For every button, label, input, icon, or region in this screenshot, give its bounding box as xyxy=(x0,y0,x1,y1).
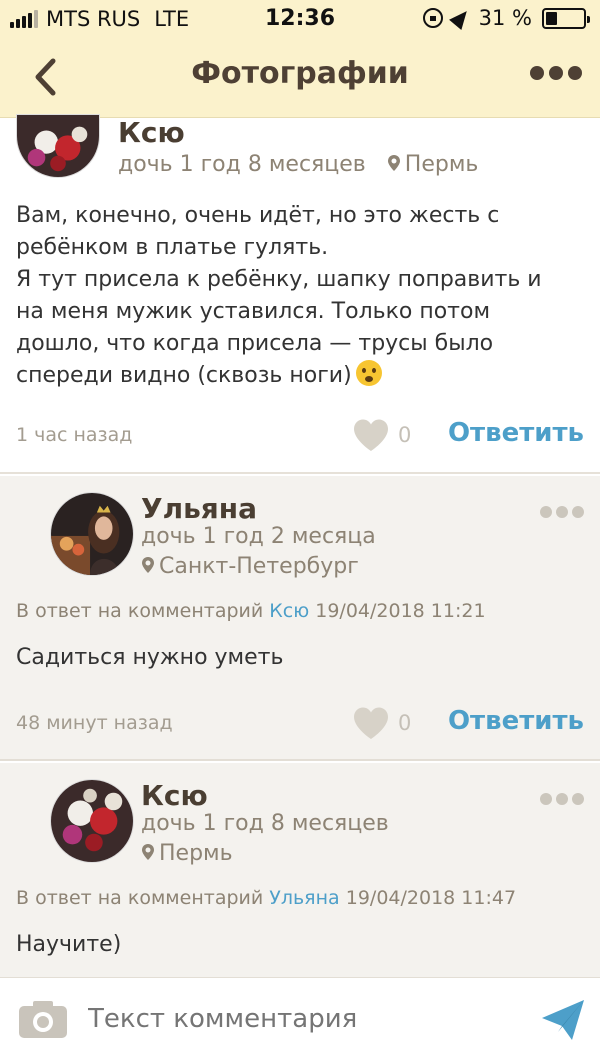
comment: Ксю дочь 1 год 8 месяцев Пермь Вам, коне… xyxy=(0,114,600,474)
text-line-last: спереди видно (сквозь ноги) xyxy=(16,360,584,392)
location-pin-icon xyxy=(142,557,154,573)
status-bar: MTS RUS LTE 12:36 31 % xyxy=(0,0,600,38)
comment-author[interactable]: Ксю xyxy=(118,116,185,149)
reply-prefix: В ответ на комментарий xyxy=(16,887,264,909)
like-button[interactable]: 0 xyxy=(352,418,411,452)
comment-composer xyxy=(0,977,600,1063)
send-icon[interactable] xyxy=(540,998,586,1042)
battery-percent: 31 % xyxy=(478,6,532,30)
reply-button[interactable]: Ответить xyxy=(448,706,584,736)
like-count: 0 xyxy=(398,711,412,735)
reply-button[interactable]: Ответить xyxy=(448,418,584,448)
location-name: Пермь xyxy=(159,841,233,866)
reply-date: 19/04/2018 11:47 xyxy=(345,887,517,909)
reply-date: 19/04/2018 11:21 xyxy=(315,600,486,622)
location-pin-icon xyxy=(142,844,154,860)
comment-author[interactable]: Ульяна xyxy=(141,492,257,525)
location: Санкт-Петербург xyxy=(141,554,359,579)
text-line: Я тут присела к ребёнку, шапку поправить… xyxy=(16,267,542,292)
text-line: Вам, конечно, очень идёт, но это жесть с xyxy=(16,203,500,228)
comment-time: 1 час назад xyxy=(16,424,133,446)
location-pin-icon xyxy=(387,155,400,171)
reply-info: В ответ на комментарий Ксю 19/04/2018 11… xyxy=(16,600,486,622)
reply-info: В ответ на комментарий Ульяна 19/04/2018… xyxy=(16,887,516,909)
text-line: спереди видно (сквозь ноги) xyxy=(16,363,352,388)
page-title: Фотографии xyxy=(191,56,409,91)
comment-reply: Ульяна дочь 1 год 2 месяца Санкт-Петербу… xyxy=(0,476,600,761)
battery-icon xyxy=(542,7,590,29)
like-button[interactable]: 0 xyxy=(352,706,411,740)
reply-prefix: В ответ на комментарий xyxy=(16,600,264,622)
more-dots-icon[interactable] xyxy=(540,506,584,518)
like-count: 0 xyxy=(398,423,412,447)
camera-icon[interactable] xyxy=(18,999,68,1039)
comment-time: 48 минут назад xyxy=(16,712,173,734)
avatar[interactable] xyxy=(50,492,134,576)
more-dots-icon[interactable] xyxy=(530,66,582,80)
child-age: дочь 1 год 8 месяцев xyxy=(141,811,389,836)
avatar[interactable] xyxy=(50,779,134,863)
heart-icon[interactable] xyxy=(352,418,390,452)
status-right: 31 % xyxy=(422,5,590,31)
location: Пермь xyxy=(387,152,479,177)
heart-icon[interactable] xyxy=(352,706,390,740)
anguished-face-icon xyxy=(355,360,382,386)
avatar[interactable] xyxy=(16,114,100,178)
reply-to-link[interactable]: Ксю xyxy=(269,600,309,622)
text-line: на меня мужик уставился. Только потом xyxy=(16,299,491,324)
comment-text: Научите) xyxy=(16,932,122,957)
text-line: дошло, что когда присела — трусы было xyxy=(16,331,494,356)
location-name: Пермь xyxy=(404,152,479,177)
battery-level xyxy=(546,11,558,25)
child-age: дочь 1 год 8 месяцев xyxy=(118,152,366,177)
child-info: дочь 1 год 8 месяцев Пермь xyxy=(118,152,478,177)
location: Пермь xyxy=(141,841,233,866)
location-name: Санкт-Петербург xyxy=(159,554,359,579)
more-dots-icon[interactable] xyxy=(540,793,584,805)
rotation-lock-icon xyxy=(422,8,443,28)
reply-to-link[interactable]: Ульяна xyxy=(269,887,339,909)
comment-text: Вам, конечно, очень идёт, но это жесть с… xyxy=(16,200,584,392)
text-line: ребёнком в платье гулять. xyxy=(16,235,329,260)
location-arrow-icon xyxy=(448,5,473,31)
nav-bar: Фотографии xyxy=(0,38,600,118)
comment-author[interactable]: Ксю xyxy=(141,779,208,812)
child-age: дочь 1 год 2 месяца xyxy=(141,524,376,549)
comment-reply: Ксю дочь 1 год 8 месяцев Пермь В ответ н… xyxy=(0,763,600,977)
comment-text: Садиться нужно уметь xyxy=(16,645,284,670)
comment-input[interactable] xyxy=(88,1004,508,1034)
